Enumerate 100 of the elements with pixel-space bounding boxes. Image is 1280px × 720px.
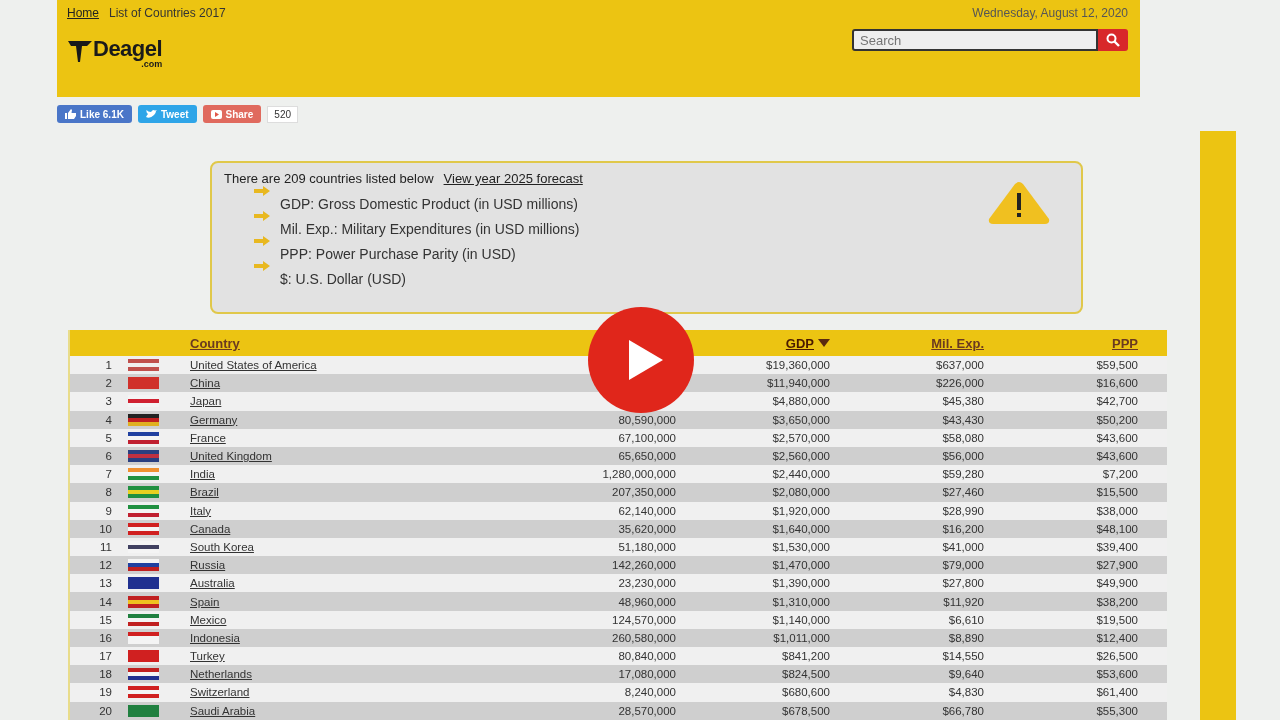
ppp-cell: $15,500: [1096, 486, 1138, 499]
country-link[interactable]: Italy: [190, 504, 212, 517]
gdp-cell: $1,011,000: [773, 631, 830, 644]
rank-cell-text: 12: [98, 559, 112, 572]
ppp-cell: $42,700: [1096, 395, 1138, 408]
gdp-cell: $1,640,000: [772, 522, 830, 535]
country-link[interactable]: India: [190, 468, 215, 481]
ppp-cell: $53,600: [1096, 668, 1138, 681]
country-link[interactable]: Saudi Arabia: [190, 704, 256, 717]
ppp-cell: $26,500: [1096, 650, 1138, 663]
arrow-bullet-icon: [254, 261, 270, 271]
flag-icon: [128, 704, 159, 717]
country-link[interactable]: France: [190, 431, 226, 444]
population-cell: 142,260,000: [612, 559, 676, 572]
ppp-cell: $43,600: [1096, 450, 1138, 463]
flag-icon: [128, 631, 159, 644]
forecast-link[interactable]: View year 2025 forecast: [443, 171, 583, 186]
like-button[interactable]: Like 6.1K: [57, 105, 132, 123]
flag-icon: [128, 613, 159, 626]
rank-cell-text: 14: [98, 595, 112, 608]
rank-cell-text: 19: [98, 686, 112, 699]
country-link[interactable]: Spain: [190, 595, 220, 608]
country-link[interactable]: China: [190, 377, 221, 390]
rank-cell-text: 11: [99, 540, 112, 553]
ppp-cell: $27,900: [1096, 559, 1138, 572]
country-link[interactable]: Germany: [190, 413, 238, 426]
gdp-cell: $680,600: [782, 686, 830, 699]
bird-icon: [145, 109, 157, 119]
country-link[interactable]: Indonesia: [190, 631, 240, 644]
population-cell: 28,570,000: [618, 704, 676, 717]
country-link[interactable]: South Korea: [190, 540, 254, 553]
rank-cell-text: 2: [104, 377, 112, 390]
military-cell: $16,200: [942, 522, 984, 535]
gdp-cell: $824,500: [782, 668, 830, 681]
population-cell: 62,140,000: [618, 504, 676, 517]
legend-text: Mil. Exp.: Military Expenditures (in USD millions): [280, 221, 580, 237]
logo-icon: [67, 38, 93, 64]
rank-cell-text: 18: [98, 668, 112, 681]
country-link[interactable]: Mexico: [190, 613, 227, 626]
gdp-cell: $1,140,000: [772, 613, 830, 626]
home-link[interactable]: Home: [67, 6, 99, 20]
gdp-cell: $11,940,000: [766, 377, 830, 390]
country-link[interactable]: Australia: [190, 577, 235, 590]
column-header[interactable]: Country: [190, 336, 240, 351]
gdp-cell: $19,360,000: [766, 359, 830, 372]
country-link[interactable]: Netherlands: [190, 668, 252, 681]
date-text: Wednesday, August 12, 2020: [972, 6, 1128, 20]
flag-icon: [128, 486, 159, 499]
rank-cell-text: 15: [98, 613, 112, 626]
ppp-cell: $16,600: [1096, 377, 1138, 390]
legend-text: $: U.S. Dollar (USD): [280, 271, 407, 287]
military-cell: $11,920: [943, 595, 984, 608]
population-cell: 1,280,000,000: [602, 468, 676, 481]
flag-icon: [128, 450, 159, 463]
population-cell: 17,080,000: [618, 668, 676, 681]
country-link[interactable]: Turkey: [190, 650, 225, 663]
population-cell: 67,100,000: [618, 431, 676, 444]
share-count: 520: [267, 105, 298, 123]
gdp-cell: $2,440,000: [772, 468, 830, 481]
country-link[interactable]: United States of America: [190, 359, 317, 372]
gdp-cell: $1,310,000: [772, 595, 830, 608]
flag-icon: [128, 504, 159, 517]
country-link[interactable]: Brazil: [190, 486, 219, 499]
military-cell: $56,000: [942, 450, 984, 463]
search-button[interactable]: [1098, 29, 1128, 51]
gdp-cell: $841,200: [782, 650, 830, 663]
country-link[interactable]: Canada: [190, 522, 231, 535]
legend-text: PPP: Power Purchase Parity (in USD): [280, 246, 516, 262]
column-header[interactable]: GDP: [785, 335, 830, 351]
flag-icon: [128, 359, 159, 372]
ppp-cell: $38,200: [1096, 595, 1138, 608]
search-icon: [1106, 33, 1120, 47]
warning-icon: [987, 181, 1051, 225]
population-cell: 260,580,000: [612, 631, 676, 644]
population-cell: 207,350,000: [612, 486, 676, 499]
column-header[interactable]: PPP: [1112, 335, 1138, 351]
ppp-cell: $39,400: [1096, 540, 1138, 553]
legend-text: GDP: Gross Domestic Product (in USD millions): [280, 196, 578, 212]
gdp-cell: $678,500: [782, 704, 830, 717]
flag-icon: [128, 650, 159, 663]
country-link[interactable]: Russia: [190, 559, 226, 572]
rank-cell-text: 9: [104, 504, 112, 517]
rank-cell-text: 6: [104, 450, 112, 463]
flag-icon: [128, 522, 159, 535]
rank-cell-text: 16: [98, 631, 112, 644]
ppp-cell: $12,400: [1096, 631, 1138, 644]
country-link[interactable]: Switzerland: [190, 686, 250, 699]
rank-cell-text: 4: [104, 413, 112, 426]
sort-icon: [818, 339, 830, 347]
military-cell: $8,890: [948, 631, 984, 644]
military-cell: $43,430: [942, 413, 984, 426]
country-link[interactable]: United Kingdom: [190, 450, 272, 463]
search-field[interactable]: Search: [852, 29, 1098, 51]
flag-icon: [128, 413, 159, 426]
gdp-cell: $1,390,000: [772, 577, 830, 590]
country-link[interactable]: Japan: [190, 395, 222, 408]
logo-text: Deagel: [93, 38, 163, 60]
ppp-cell: $61,400: [1096, 686, 1138, 699]
column-header[interactable]: Mil. Exp.: [931, 335, 984, 351]
military-cell: $9,640: [948, 668, 984, 681]
